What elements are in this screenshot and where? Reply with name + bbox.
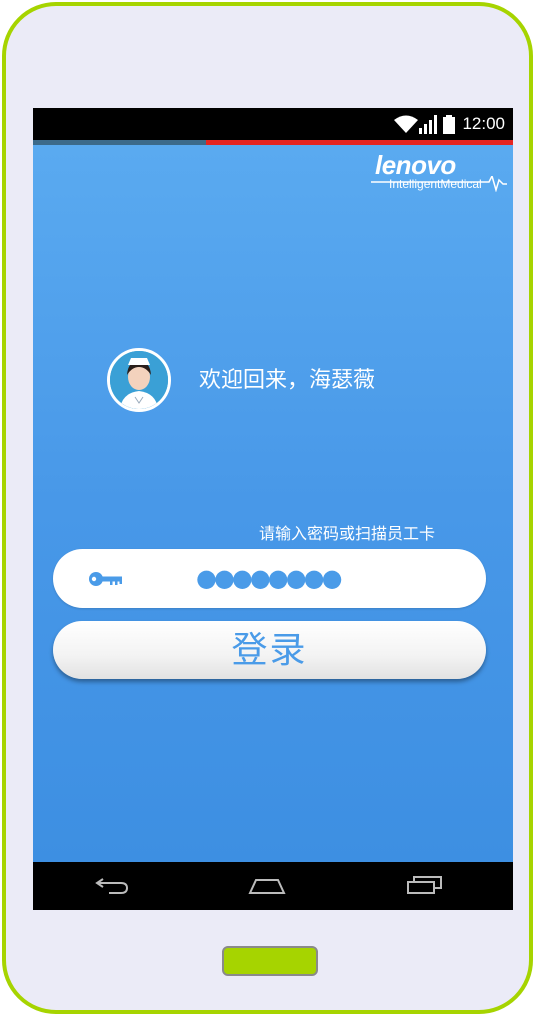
key-icon [89, 572, 122, 586]
welcome-message: 欢迎回来，海瑟薇 [199, 367, 376, 392]
wifi-icon [394, 115, 418, 133]
status-time: 12:00 [462, 114, 505, 133]
login-button[interactable]: 登录 [53, 621, 486, 679]
login-screen: lenovo IntelligentMedical 欢迎回来，海瑟薇 请输入密码… [33, 145, 513, 862]
logo-text: lenovo [375, 150, 456, 180]
navigation-bar [33, 862, 513, 910]
recent-apps-icon[interactable] [407, 875, 443, 895]
signal-icon [419, 115, 437, 134]
logo-subtitle: IntelligentMedical [389, 177, 482, 191]
back-icon[interactable] [95, 876, 129, 894]
login-button-label: 登录 [231, 629, 308, 670]
password-value: ●●●●●●●● [196, 564, 343, 592]
home-icon[interactable] [248, 877, 286, 895]
status-bar: 12:00 [33, 108, 513, 140]
device-screen: 12:00 lenovo IntelligentMedical 欢迎回来，海瑟薇… [33, 108, 513, 910]
hardware-home-button[interactable] [222, 946, 318, 976]
password-field[interactable]: ●●●●●●●● [53, 549, 486, 608]
password-hint: 请输入密码或扫描员工卡 [259, 526, 436, 543]
nurse-avatar-icon [110, 351, 168, 409]
battery-icon [443, 115, 455, 134]
lenovo-logo: lenovo IntelligentMedical [371, 150, 507, 192]
user-avatar [107, 348, 171, 412]
